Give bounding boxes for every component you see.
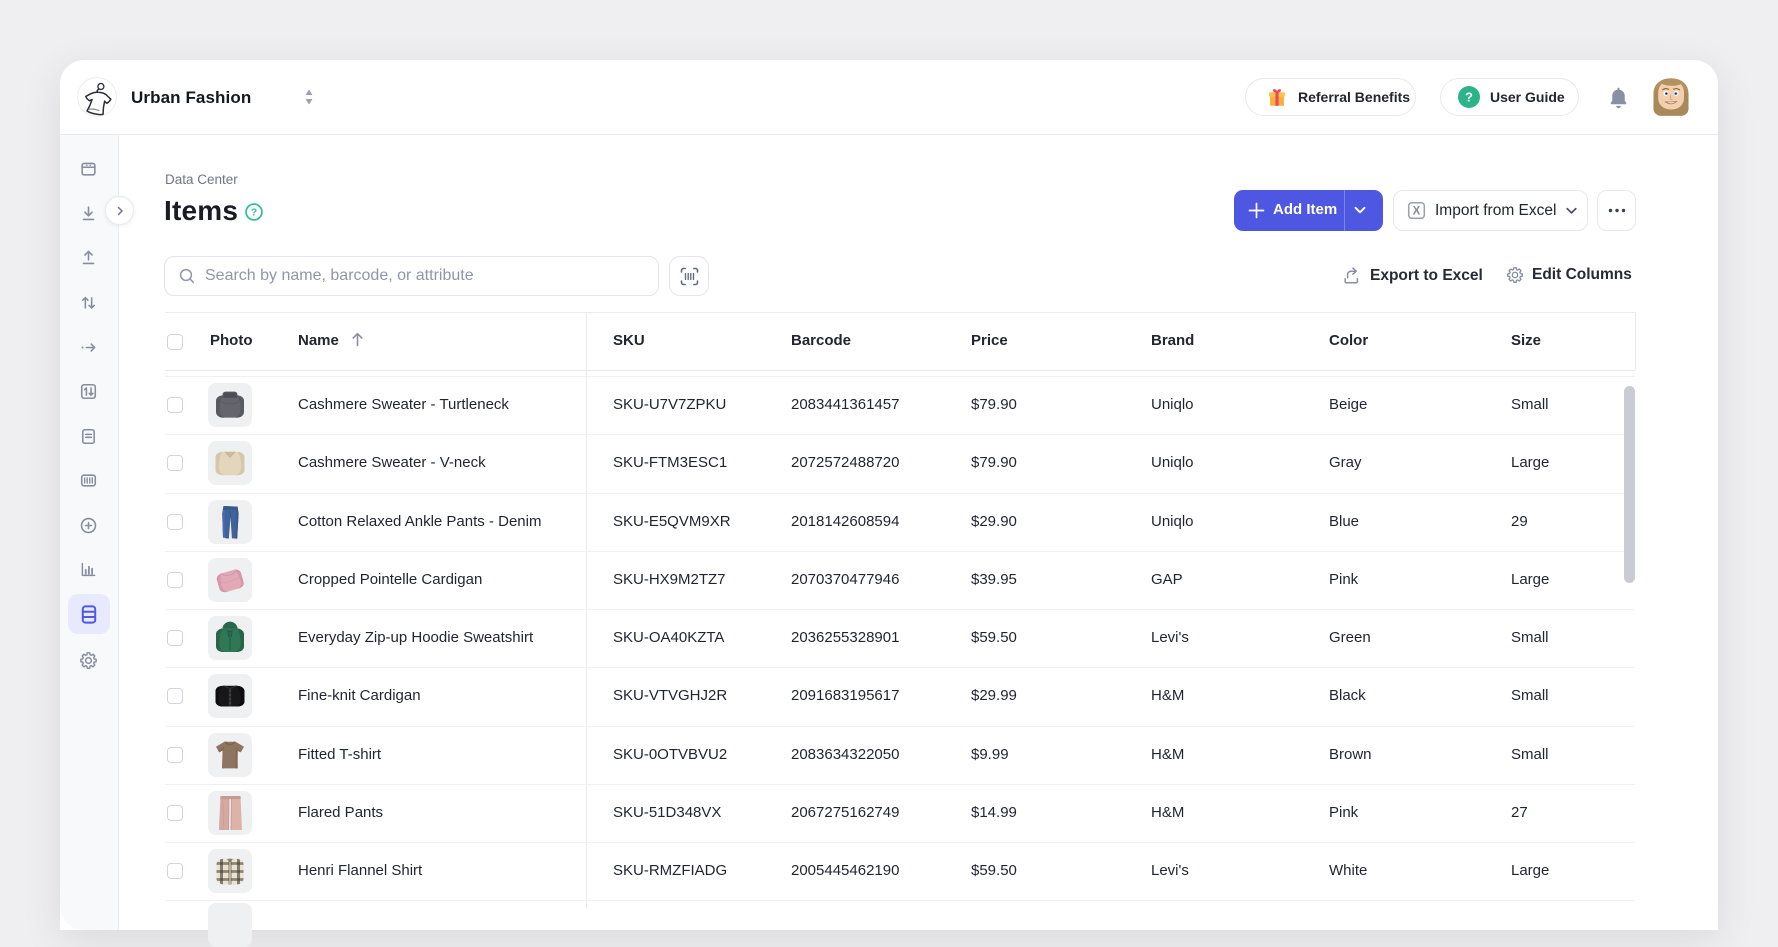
svg-text:X: X bbox=[1413, 205, 1421, 217]
svg-text:?: ? bbox=[251, 208, 257, 219]
svg-text:?: ? bbox=[1465, 90, 1473, 105]
